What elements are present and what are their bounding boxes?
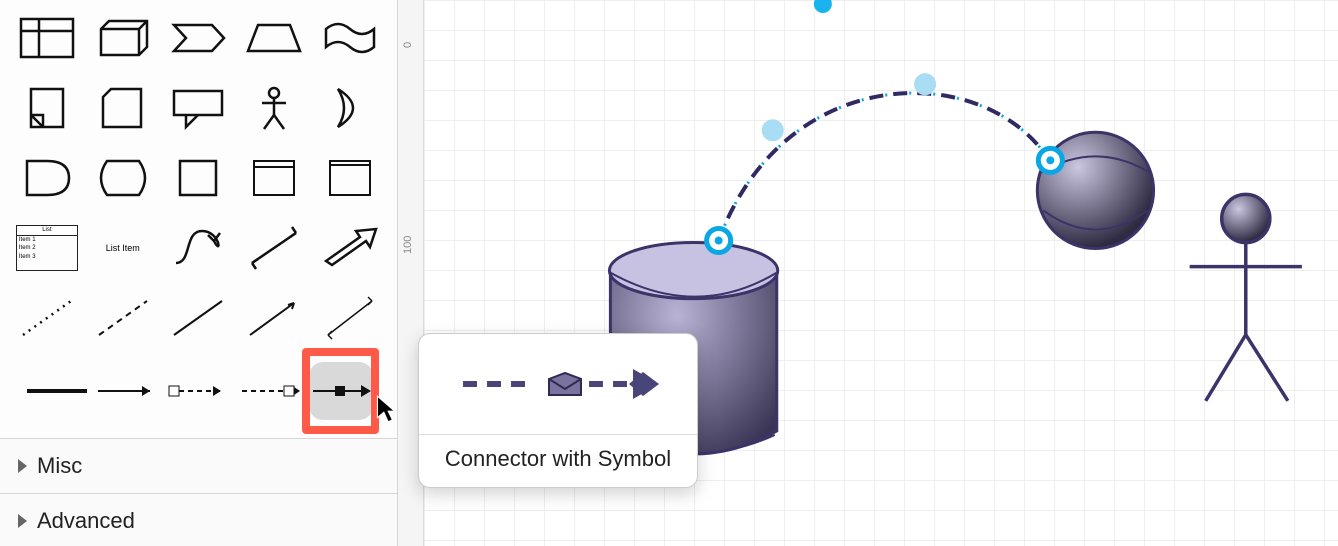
chevron-right-icon [18, 459, 27, 473]
list-card-item: Item 1 [17, 236, 77, 245]
tooltip-preview [419, 334, 697, 434]
section-advanced-label: Advanced [37, 508, 135, 534]
selection-handles [707, 0, 1063, 253]
s-curve-icon[interactable] [164, 216, 234, 280]
label-start-edge-icon[interactable] [166, 354, 231, 428]
and-gate-icon[interactable] [12, 146, 82, 210]
callout-icon[interactable] [164, 76, 234, 140]
list-card-item: Item 3 [17, 253, 77, 262]
trapezoid-icon[interactable] [239, 6, 309, 70]
list-card-icon[interactable]: List Item 1 Item 2 Item 3 [12, 216, 82, 280]
section-misc[interactable]: Misc [0, 438, 397, 493]
shape-stick-figure[interactable] [1190, 194, 1302, 400]
list-card-title: List [17, 226, 77, 236]
solid-arrow-icon[interactable] [239, 286, 309, 350]
cube-icon[interactable] [88, 6, 158, 70]
section-misc-label: Misc [37, 453, 82, 479]
browser-top-icon[interactable] [239, 146, 309, 210]
label-end-edge-icon[interactable] [237, 354, 302, 428]
card-icon[interactable] [88, 76, 158, 140]
actor-icon[interactable] [239, 76, 309, 140]
dashed-line-icon[interactable] [88, 286, 158, 350]
arrow-edge-icon[interactable] [95, 354, 160, 428]
canvas[interactable]: 0 100 [398, 0, 1338, 546]
shape-palette: List Item 1 Item 2 Item 3 List Item [0, 0, 397, 438]
solid-line-icon[interactable] [164, 286, 234, 350]
connector-curve[interactable] [719, 93, 1050, 240]
dotted-line-icon[interactable] [12, 286, 82, 350]
open-arrow-icon[interactable] [315, 216, 385, 280]
container-icon[interactable] [12, 6, 82, 70]
page-icon[interactable] [12, 76, 82, 140]
lozenge-icon[interactable] [88, 146, 158, 210]
ruler-tick: 100 [402, 236, 414, 254]
square-icon[interactable] [164, 146, 234, 210]
double-arrow-icon[interactable] [239, 216, 309, 280]
list-card-item: Item 2 [17, 244, 77, 253]
shape-tooltip: Connector with Symbol [418, 333, 698, 488]
titlebar-icon[interactable] [315, 146, 385, 210]
list-item-label: List Item [106, 243, 140, 253]
ruler-tick: 0 [402, 42, 414, 48]
shape-sidebar: List Item 1 Item 2 Item 3 List Item [0, 0, 398, 546]
tape-icon[interactable] [315, 6, 385, 70]
chevron-right-icon [18, 514, 27, 528]
section-advanced[interactable]: Advanced [0, 493, 397, 546]
step-icon[interactable] [164, 6, 234, 70]
thin-double-arrow-icon[interactable] [315, 286, 385, 350]
connector-with-symbol-cell [308, 354, 373, 428]
thick-edge-icon[interactable] [24, 354, 89, 428]
list-item-icon[interactable]: List Item [88, 216, 158, 280]
connector-with-symbol-icon[interactable] [309, 362, 373, 420]
crescent-icon[interactable] [315, 76, 385, 140]
tooltip-label: Connector with Symbol [419, 434, 697, 487]
